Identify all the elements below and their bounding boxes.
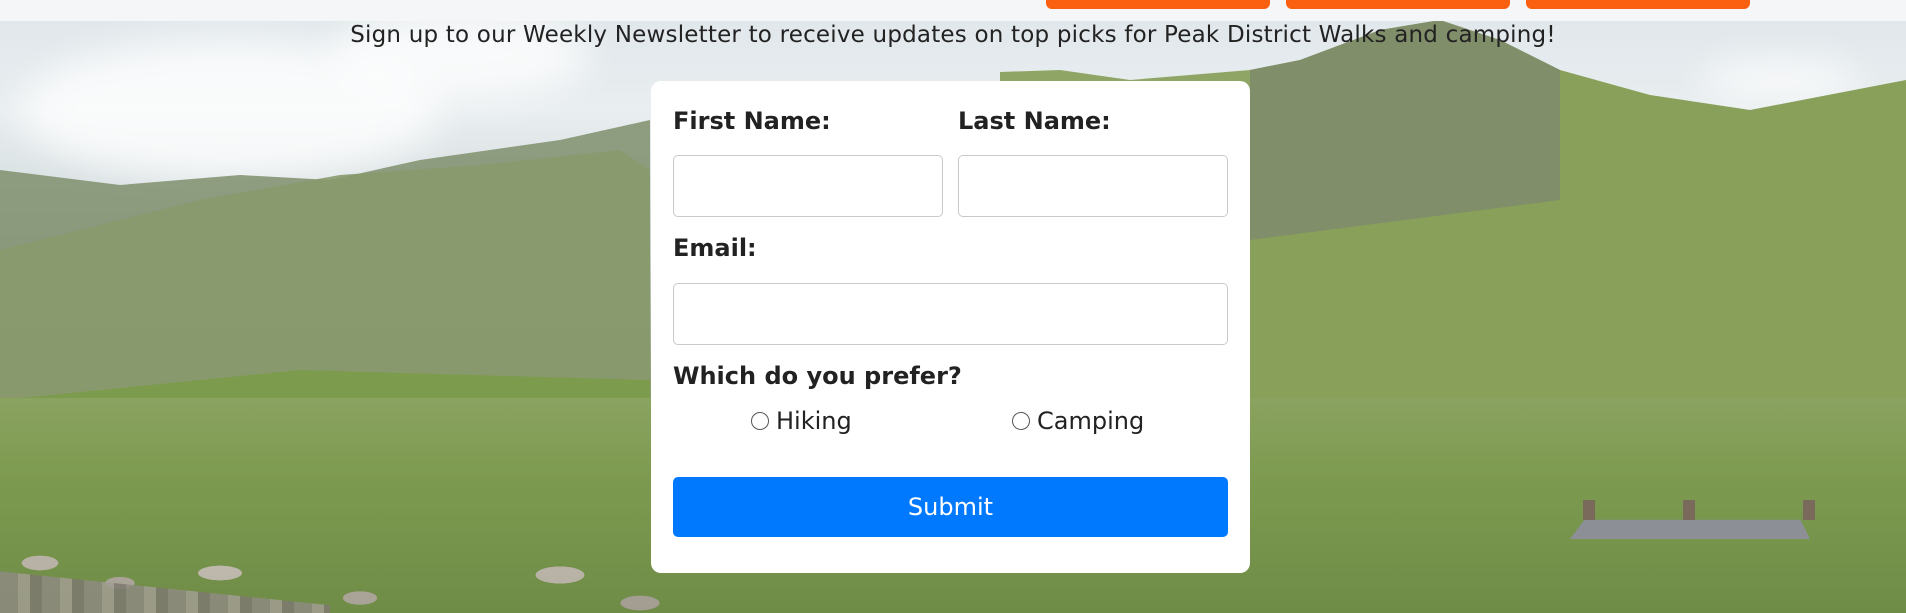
first-name-input[interactable]: [673, 155, 943, 217]
nav-button-1[interactable]: [1046, 0, 1270, 9]
last-name-input[interactable]: [958, 155, 1228, 217]
chimney: [1803, 500, 1815, 520]
top-nav-bar: [0, 0, 1906, 21]
camping-radio[interactable]: [1012, 412, 1030, 430]
hiking-option-label: Hiking: [776, 407, 852, 435]
email-label: Email:: [673, 234, 757, 262]
camping-option[interactable]: Camping: [1012, 407, 1144, 435]
chimney: [1583, 500, 1595, 520]
nav-button-3[interactable]: [1526, 0, 1750, 9]
hiking-radio[interactable]: [751, 412, 769, 430]
chimney: [1683, 500, 1695, 520]
email-input[interactable]: [673, 283, 1228, 345]
hiking-option[interactable]: Hiking: [751, 407, 852, 435]
newsletter-intro-text: Sign up to our Weekly Newsletter to rece…: [350, 22, 1556, 48]
nav-button-2[interactable]: [1286, 0, 1510, 9]
preference-question: Which do you prefer?: [673, 362, 962, 390]
first-name-label: First Name:: [673, 107, 831, 135]
camping-option-label: Camping: [1037, 407, 1145, 435]
last-name-label: Last Name:: [958, 107, 1111, 135]
submit-button[interactable]: Submit: [673, 477, 1228, 537]
newsletter-signup-form: First Name: Last Name: Email: Which do y…: [651, 81, 1250, 573]
